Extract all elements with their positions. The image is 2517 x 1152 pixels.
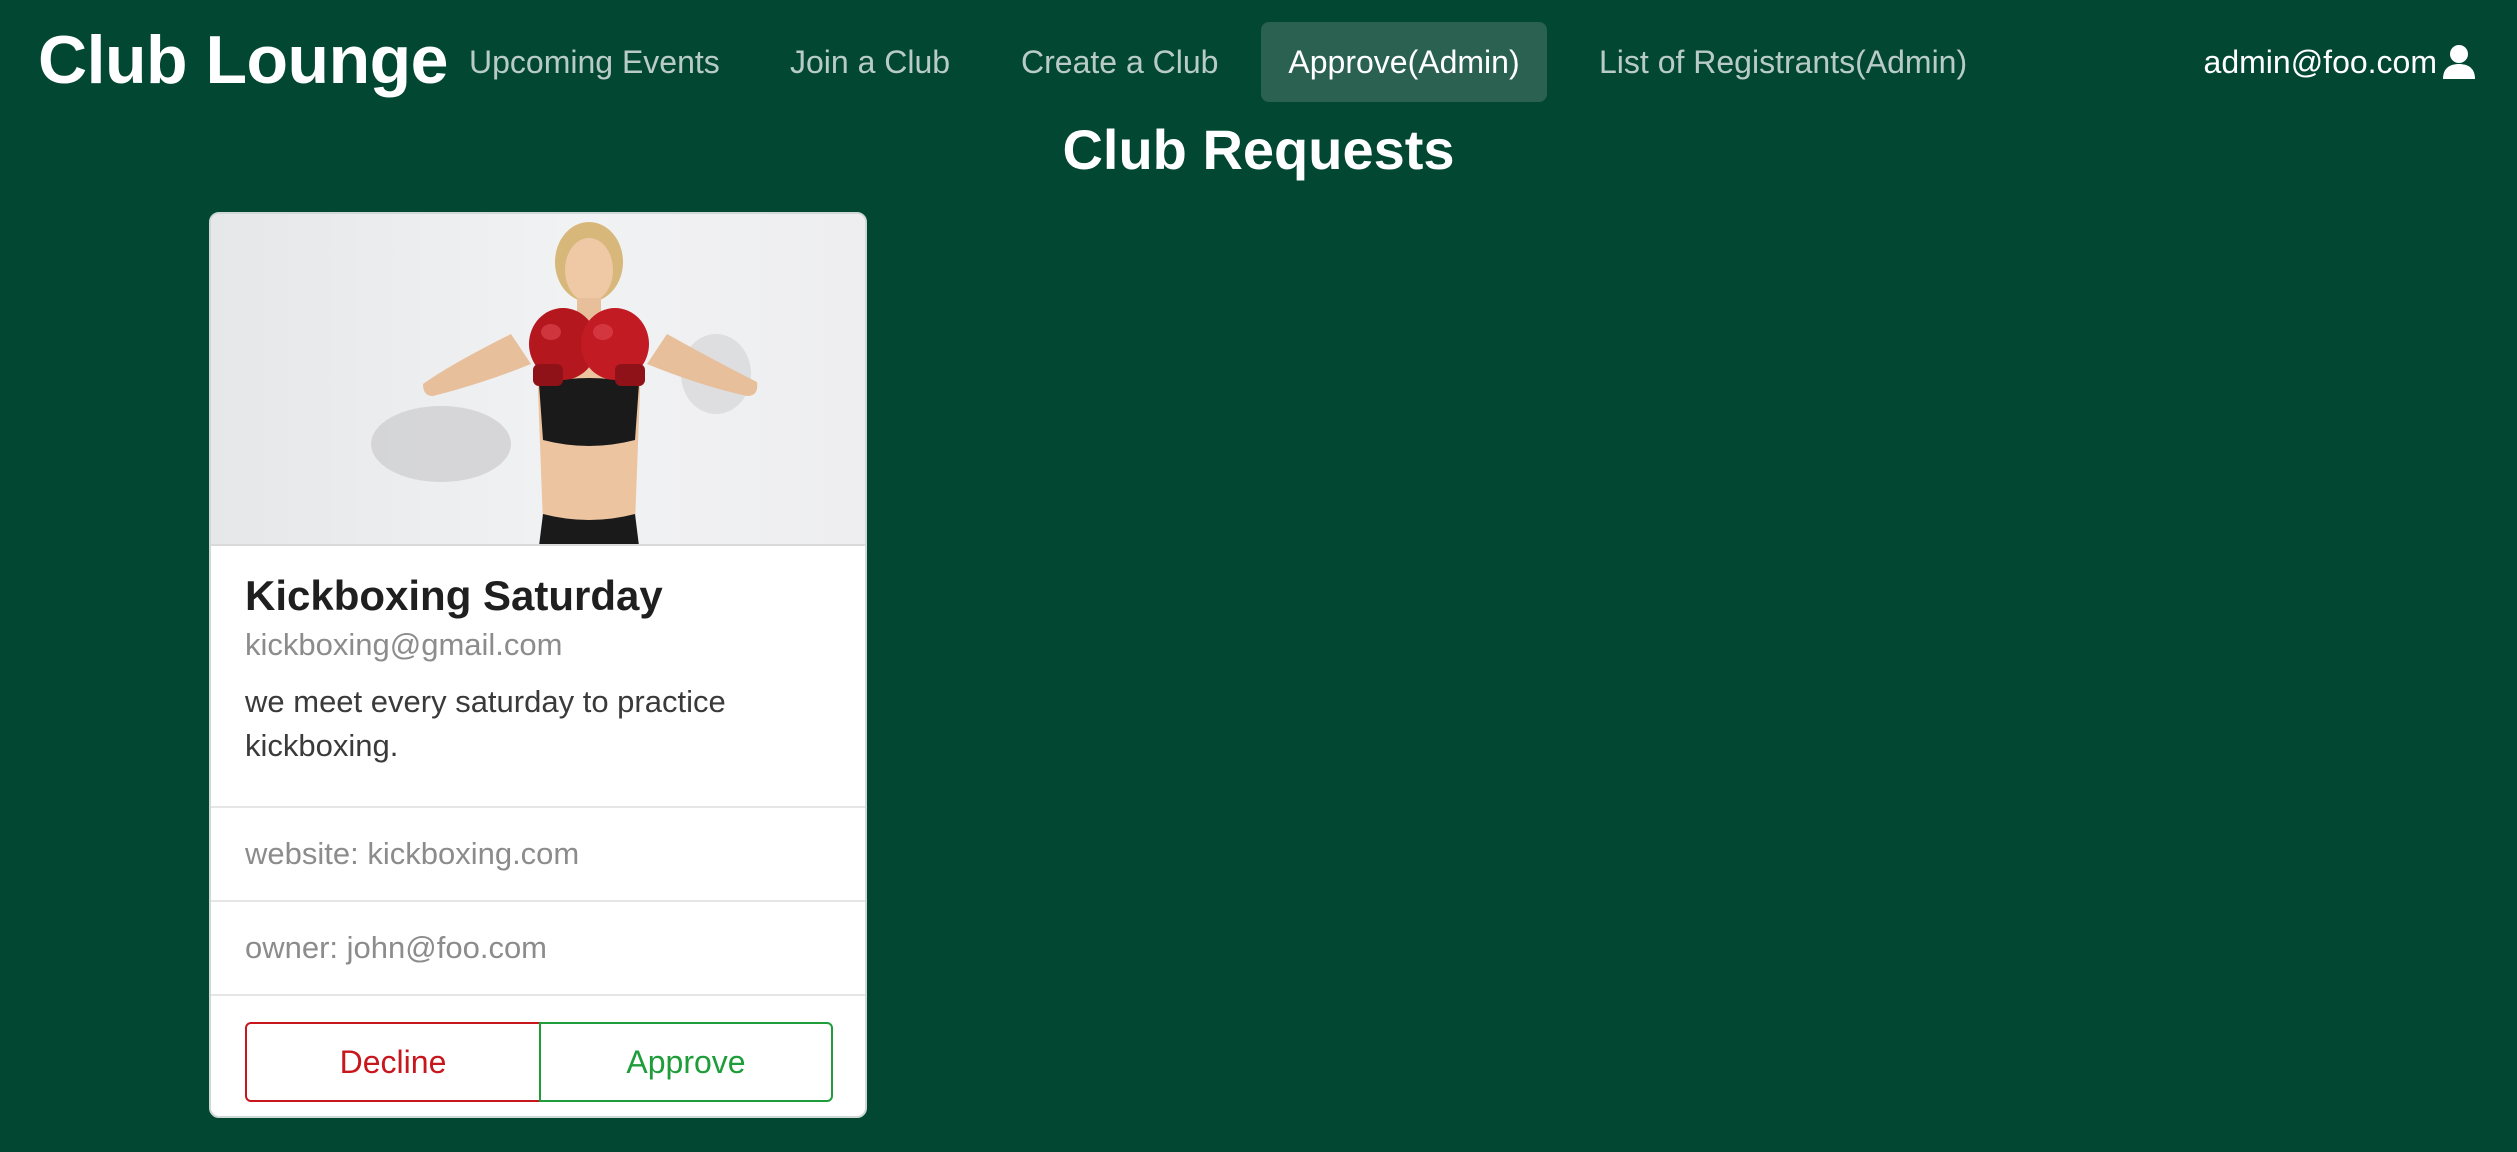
user-email: admin@foo.com bbox=[2203, 43, 2437, 80]
nav-join-club[interactable]: Join a Club bbox=[762, 22, 978, 102]
card-body: Kickboxing Saturday kickboxing@gmail.com… bbox=[211, 546, 865, 808]
user-menu[interactable]: admin@foo.com bbox=[2204, 22, 2477, 102]
club-website: website: kickboxing.com bbox=[211, 808, 865, 902]
page-title: Club Requests bbox=[1062, 118, 1455, 181]
nav-upcoming-events[interactable]: Upcoming Events bbox=[441, 22, 748, 102]
nav-approve-admin[interactable]: Approve(Admin) bbox=[1261, 22, 1547, 102]
card-actions: Decline Approve bbox=[211, 996, 865, 1116]
club-image bbox=[211, 214, 865, 546]
nav-list-registrants[interactable]: List of Registrants(Admin) bbox=[1571, 22, 1995, 102]
top-navbar: Club Lounge Upcoming Events Join a Club … bbox=[0, 0, 2517, 126]
nav-create-club[interactable]: Create a Club bbox=[993, 22, 1246, 102]
club-request-card: Kickboxing Saturday kickboxing@gmail.com… bbox=[209, 212, 867, 1118]
approve-button[interactable]: Approve bbox=[539, 1022, 833, 1102]
club-owner: owner: john@foo.com bbox=[211, 902, 865, 996]
club-email: kickboxing@gmail.com bbox=[245, 627, 563, 662]
club-title: Kickboxing Saturday bbox=[245, 572, 663, 619]
user-icon bbox=[2441, 44, 2477, 80]
brand-logo[interactable]: Club Lounge bbox=[38, 18, 448, 102]
club-description: we meet every saturday to practice kickb… bbox=[245, 684, 726, 763]
decline-button[interactable]: Decline bbox=[245, 1022, 541, 1102]
